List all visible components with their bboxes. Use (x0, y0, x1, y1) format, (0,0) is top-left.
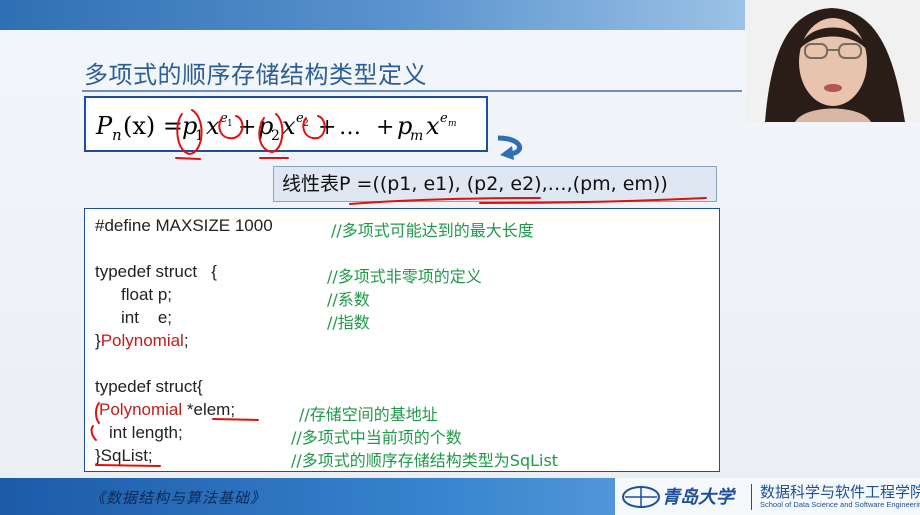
university-name: 青岛大学 (662, 487, 734, 508)
code-semicolon: ; (183, 331, 189, 350)
type-polynomial: Polynomial (100, 331, 184, 350)
formula-lhs-p: P (95, 112, 113, 140)
course-name: 《数据结构与算法基础》 (90, 489, 267, 507)
formula-em: e (440, 111, 448, 126)
formula-xm: x (426, 112, 440, 140)
formula-p1-sub: 1 (195, 128, 204, 144)
slide-title: 多项式的顺序存储结构类型定义 (84, 61, 427, 89)
school-name-cn: 数据科学与软件工程学院 (760, 483, 920, 501)
formula-plus2: + (318, 115, 336, 140)
code-line-define: #define MAXSIZE 1000 (95, 216, 273, 235)
school-name-en: School of Data Science and Software Engi… (760, 500, 920, 509)
formula-ellipsis: … (339, 115, 361, 140)
lecture-slide: 多项式的顺序存储结构类型定义 P n (x) = p 1 x e 1 + p 2… (0, 0, 920, 515)
code-block: #define MAXSIZE 1000 //多项式可能达到的最大长度 type… (84, 208, 720, 472)
code-comment-typedef1: //多项式非零项的定义 (327, 267, 482, 286)
formula-render: P n (x) = p 1 x e 1 + p 2 x e 2 + … + p … (95, 111, 457, 144)
code-comment-elem: //存储空间的基地址 (299, 405, 438, 424)
formula-plus3: + (376, 115, 394, 140)
code-elem: *elem; (182, 400, 236, 419)
code-line-polynomial-close: }Polynomial; (95, 331, 189, 351)
linear-list-definition: 线性表P =((p1, e1), (p2, e2),…,(pm, em)) (273, 166, 717, 202)
university-emblem-icon (622, 486, 660, 508)
code-line-elem: Polynomial *elem; (99, 400, 235, 420)
code-comment-int: //指数 (327, 313, 370, 332)
formula-lhs-n: n (112, 126, 122, 144)
formula-lhs-x: (x) = (123, 112, 183, 140)
formula-e2-sub: 2 (303, 119, 309, 129)
title-underline (82, 90, 742, 92)
code-line-float: float p; (121, 285, 173, 304)
formula-e1-sub: 1 (227, 119, 233, 129)
code-comment-length: //多项式中当前项的个数 (291, 428, 462, 447)
formula-x2: x (282, 112, 296, 140)
presenter-webcam (745, 0, 920, 122)
type-polynomial-elem: Polynomial (99, 400, 183, 419)
formula-em-sub: m (448, 119, 457, 129)
code-comment-float: //系数 (327, 290, 370, 309)
code-line-typedef2: typedef struct{ (95, 377, 203, 396)
presenter-video-frame (745, 0, 920, 122)
curved-arrow-icon (497, 135, 523, 160)
formula-plus1: + (238, 115, 256, 140)
code-comment-define: //多项式可能达到的最大长度 (331, 221, 534, 240)
polynomial-formula: P n (x) = p 1 x e 1 + p 2 x e 2 + … + p … (84, 96, 488, 152)
formula-x1: x (206, 112, 220, 140)
logo-divider (751, 484, 752, 510)
code-comment-sqlist: //多项式的顺序存储结构类型为SqList (291, 451, 559, 470)
code-line-sqlist: }SqList; (95, 446, 153, 465)
formula-pm-sub: m (410, 128, 423, 144)
top-banner (0, 0, 745, 30)
formula-p2-sub: 2 (271, 128, 280, 144)
code-line-int: int e; (121, 308, 173, 327)
code-line-length: int length; (109, 423, 183, 442)
code-line-typedef1: typedef struct { (95, 262, 217, 281)
